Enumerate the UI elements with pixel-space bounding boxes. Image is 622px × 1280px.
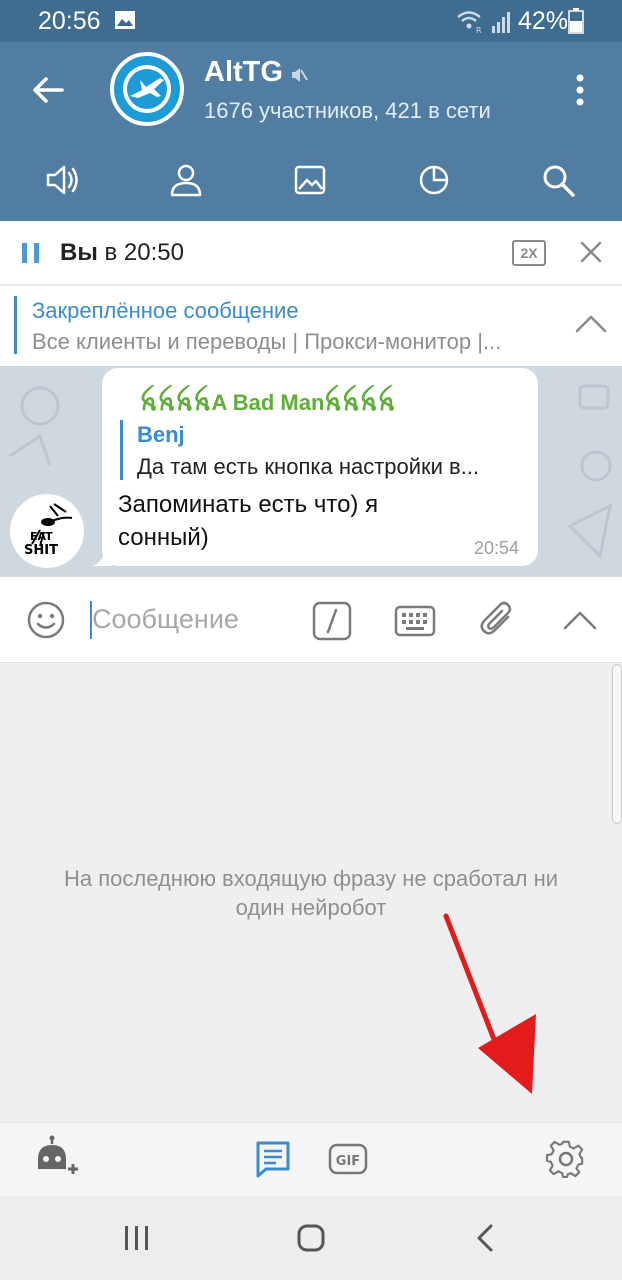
text-phrases-icon[interactable] xyxy=(254,1139,292,1179)
more-options-icon[interactable] xyxy=(566,72,594,108)
gif-icon[interactable]: GIF xyxy=(328,1142,368,1176)
chevron-up-icon[interactable] xyxy=(562,609,598,631)
reply-text: Да там есть кнопка настройки в... xyxy=(137,454,480,479)
message-text: Запоминать есть что) я сонный) xyxy=(118,491,379,551)
panel-toolbar: GIF xyxy=(0,1122,622,1196)
avatar-text-shit: SHIT xyxy=(24,543,58,558)
scrollbar[interactable] xyxy=(612,664,622,824)
avatar-text-eat: EAT xyxy=(30,530,53,543)
chat-header: AltTG 1676 участников, 421 в сети xyxy=(0,42,622,221)
chevron-up-icon[interactable] xyxy=(574,312,608,334)
red-arrow-annotation-icon xyxy=(443,913,536,1094)
reply-author: Benj xyxy=(137,422,185,447)
settings-gear-icon[interactable] xyxy=(546,1139,586,1179)
close-icon[interactable] xyxy=(578,239,604,265)
emoji-icon[interactable] xyxy=(26,600,66,640)
bot-commands-icon[interactable] xyxy=(312,601,352,641)
recent-apps-icon[interactable] xyxy=(122,1224,152,1252)
battery-percent: 42% xyxy=(518,7,569,35)
message-input[interactable]: Сообщение xyxy=(92,604,239,635)
home-icon[interactable] xyxy=(296,1223,326,1253)
pinned-message[interactable]: Закреплённое сообщение Все клиенты и пер… xyxy=(0,286,622,366)
neurobot-panel: На последнюю входящую фразу не сработал … xyxy=(0,664,622,1122)
tab-members-icon[interactable] xyxy=(166,160,206,200)
audio-title: Вы в 20:50 xyxy=(60,239,184,266)
back-arrow-icon[interactable] xyxy=(30,72,66,108)
sender-avatar[interactable]: EAT SHIT xyxy=(10,494,84,568)
playback-speed-button[interactable]: 2X xyxy=(512,240,546,266)
pause-icon[interactable] xyxy=(20,241,42,265)
battery-icon xyxy=(568,8,584,34)
muted-icon xyxy=(292,68,308,82)
pinned-text: Все клиенты и переводы | Прокси-монитор … xyxy=(32,329,502,354)
tab-search-icon[interactable] xyxy=(538,160,578,200)
tab-history-icon[interactable] xyxy=(414,160,454,200)
svg-text:R: R xyxy=(476,26,482,34)
pinned-accent-bar xyxy=(14,296,17,354)
add-bot-icon[interactable] xyxy=(34,1135,78,1179)
pinned-title: Закреплённое сообщение xyxy=(32,298,299,323)
jet-icon xyxy=(123,65,171,113)
chat-subtitle: 1676 участников, 421 в сети xyxy=(204,98,491,123)
keyboard-icon[interactable] xyxy=(394,605,436,637)
system-navigation-bar xyxy=(0,1196,622,1280)
chat-messages[interactable]: EAT SHIT ꫝꫝꫝꫝA Bad Manꫝꫝꫝꫝ Benj Да там е… xyxy=(0,366,622,577)
svg-text:GIF: GIF xyxy=(336,1154,360,1169)
mosquito-avatar-icon: EAT SHIT xyxy=(24,503,73,558)
status-bar: 20:56 R 42% xyxy=(0,0,622,42)
attach-paperclip-icon[interactable] xyxy=(478,599,518,641)
audio-player-bar[interactable]: Вы в 20:50 2X xyxy=(0,221,622,285)
status-time: 20:56 xyxy=(38,7,101,35)
chat-title[interactable]: AltTG xyxy=(204,56,283,89)
tab-media-icon[interactable] xyxy=(290,160,330,200)
tab-audio-icon[interactable] xyxy=(42,160,82,200)
message-time: 20:54 xyxy=(474,538,520,558)
message-input-bar: Сообщение xyxy=(0,577,622,663)
reply-accent-bar xyxy=(120,420,123,480)
reply-quote[interactable]: Benj Да там есть кнопка настройки в... xyxy=(120,420,524,480)
nav-back-icon[interactable] xyxy=(474,1223,496,1253)
wifi-signal-icon: R xyxy=(457,11,510,34)
message-bubble[interactable]: ꫝꫝꫝꫝA Bad Manꫝꫝꫝꫝ Benj Да там есть кнопк… xyxy=(102,368,538,566)
channel-avatar[interactable] xyxy=(110,52,184,126)
image-notification-icon xyxy=(115,11,135,29)
